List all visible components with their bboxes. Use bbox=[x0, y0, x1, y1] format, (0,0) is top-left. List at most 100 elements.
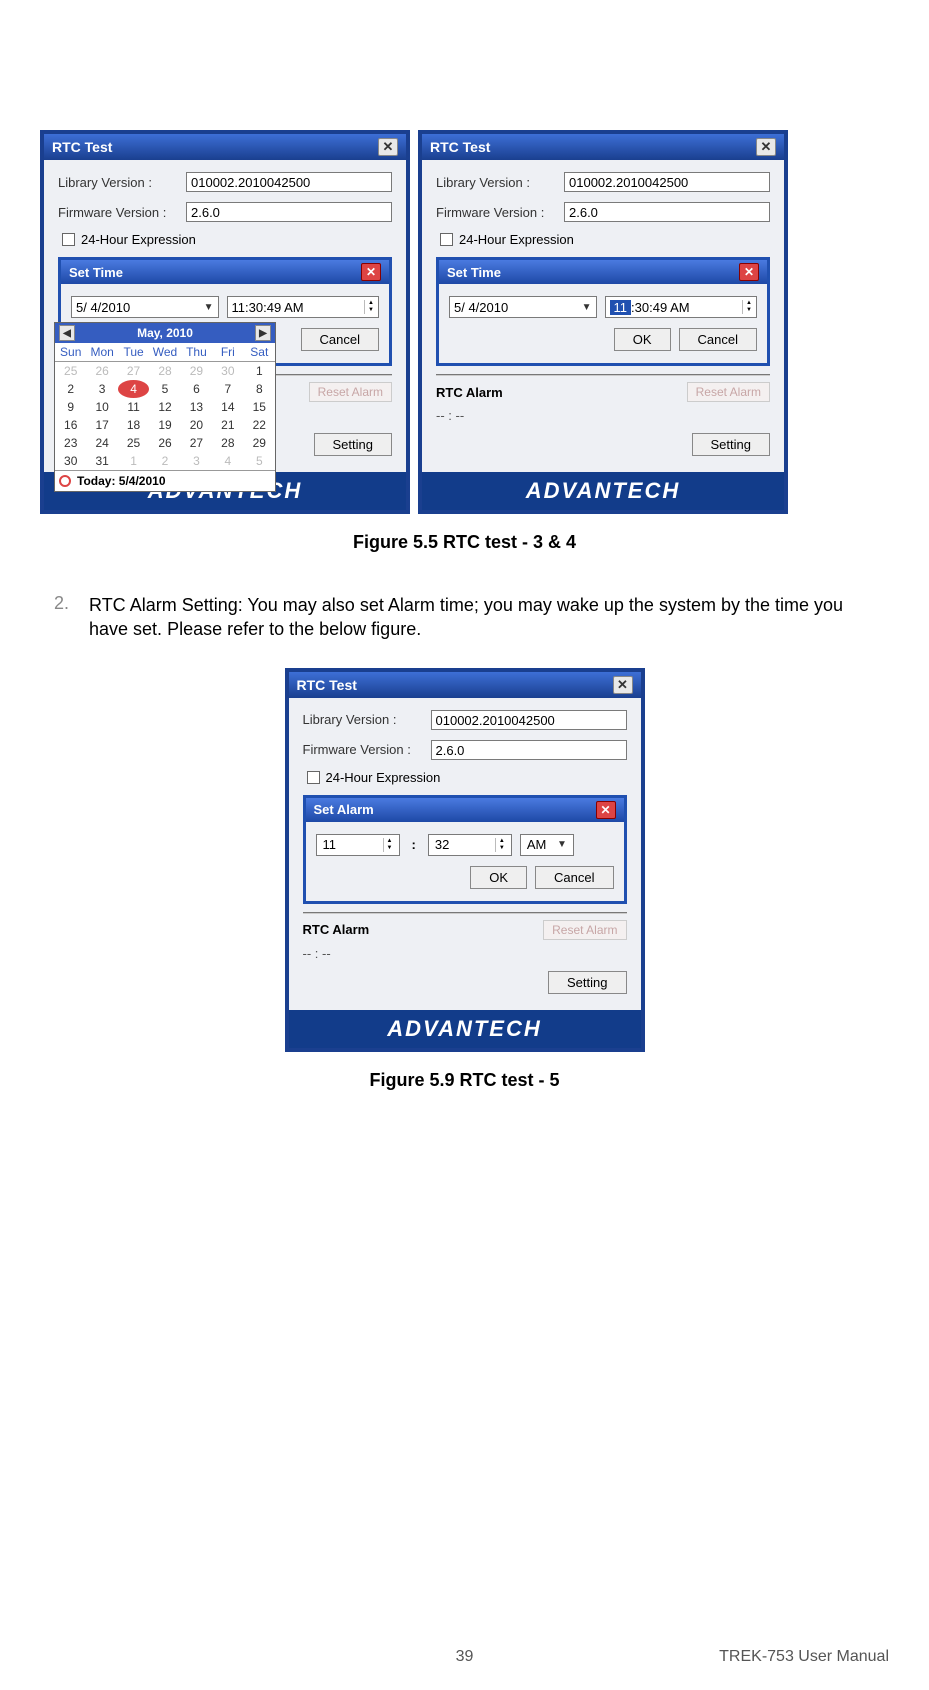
calendar-day[interactable]: 28 bbox=[149, 362, 180, 380]
calendar-day[interactable]: 23 bbox=[55, 434, 86, 452]
close-icon[interactable]: ✕ bbox=[756, 138, 776, 156]
calendar-day[interactable]: 4 bbox=[118, 380, 149, 398]
page-number: 39 bbox=[456, 1648, 474, 1666]
window-title: RTC Test bbox=[430, 139, 490, 155]
calendar-day[interactable]: 8 bbox=[244, 380, 275, 398]
calendar-day[interactable]: 31 bbox=[86, 452, 117, 470]
date-picker[interactable]: 5/ 4/2010 ▼ bbox=[71, 296, 219, 318]
figure-5-5-caption: Figure 5.5 RTC test - 3 & 4 bbox=[40, 532, 889, 553]
window-title: RTC Test bbox=[297, 677, 357, 693]
setting-button[interactable]: Setting bbox=[548, 971, 626, 994]
calendar-day[interactable]: 3 bbox=[86, 380, 117, 398]
calendar-day[interactable]: 14 bbox=[212, 398, 243, 416]
calendar-day[interactable]: 21 bbox=[212, 416, 243, 434]
calendar-day[interactable]: 11 bbox=[118, 398, 149, 416]
calendar-dow: Tue bbox=[118, 343, 149, 362]
time-spinner[interactable]: 11:30:49 AM ▲▼ bbox=[227, 296, 379, 318]
calendar-day[interactable]: 26 bbox=[149, 434, 180, 452]
reset-alarm-button[interactable]: Reset Alarm bbox=[543, 920, 626, 940]
alarm-hour-spinner[interactable]: 11 ▲▼ bbox=[316, 834, 400, 856]
calendar-day[interactable]: 2 bbox=[149, 452, 180, 470]
calendar-day[interactable]: 28 bbox=[212, 434, 243, 452]
calendar-day[interactable]: 27 bbox=[181, 434, 212, 452]
rtc-test-dialog-2: RTC Test ✕ Library Version : 010002.2010… bbox=[418, 130, 788, 514]
advantech-logo: ADVANTECH bbox=[422, 472, 784, 510]
close-icon[interactable]: ✕ bbox=[613, 676, 633, 694]
calendar-day[interactable]: 1 bbox=[244, 362, 275, 380]
calendar-day[interactable]: 6 bbox=[181, 380, 212, 398]
close-icon[interactable]: ✕ bbox=[361, 263, 381, 281]
calendar-dow: Wed bbox=[149, 343, 180, 362]
date-picker[interactable]: 5/ 4/2010 ▼ bbox=[449, 296, 597, 318]
date-value: 5/ 4/2010 bbox=[454, 300, 508, 315]
library-version-field: 010002.2010042500 bbox=[431, 710, 627, 730]
calendar-day[interactable]: 30 bbox=[55, 452, 86, 470]
calendar-day[interactable]: 20 bbox=[181, 416, 212, 434]
calendar-day[interactable]: 12 bbox=[149, 398, 180, 416]
calendar-day[interactable]: 30 bbox=[212, 362, 243, 380]
calendar-day[interactable]: 29 bbox=[181, 362, 212, 380]
spinner-arrows-icon: ▲▼ bbox=[364, 300, 374, 314]
today-marker-icon bbox=[59, 475, 71, 487]
calendar-day[interactable]: 13 bbox=[181, 398, 212, 416]
cancel-button[interactable]: Cancel bbox=[679, 328, 757, 351]
calendar-day[interactable]: 26 bbox=[86, 362, 117, 380]
calendar-day[interactable]: 2 bbox=[55, 380, 86, 398]
calendar-day[interactable]: 22 bbox=[244, 416, 275, 434]
calendar-day[interactable]: 29 bbox=[244, 434, 275, 452]
calendar-day[interactable]: 5 bbox=[244, 452, 275, 470]
calendar-day[interactable]: 25 bbox=[118, 434, 149, 452]
next-month-button[interactable]: ▶ bbox=[255, 325, 271, 341]
dialog-body: Library Version : 010002.2010042500 Firm… bbox=[289, 698, 641, 1010]
hour24-checkbox[interactable] bbox=[440, 233, 453, 246]
cancel-button[interactable]: Cancel bbox=[535, 866, 613, 889]
reset-alarm-button[interactable]: Reset Alarm bbox=[687, 382, 770, 402]
calendar-day[interactable]: 16 bbox=[55, 416, 86, 434]
close-icon[interactable]: ✕ bbox=[378, 138, 398, 156]
calendar-day[interactable]: 7 bbox=[212, 380, 243, 398]
calendar-day[interactable]: 25 bbox=[55, 362, 86, 380]
today-label[interactable]: Today: 5/4/2010 bbox=[77, 474, 166, 488]
hour24-checkbox[interactable] bbox=[62, 233, 75, 246]
calendar-day[interactable]: 18 bbox=[118, 416, 149, 434]
chevron-down-icon: ▼ bbox=[557, 839, 567, 850]
calendar-day[interactable]: 10 bbox=[86, 398, 117, 416]
calendar-day[interactable]: 4 bbox=[212, 452, 243, 470]
prev-month-button[interactable]: ◀ bbox=[59, 325, 75, 341]
calendar-day[interactable]: 19 bbox=[149, 416, 180, 434]
calendar-day[interactable]: 5 bbox=[149, 380, 180, 398]
advantech-logo: ADVANTECH bbox=[289, 1010, 641, 1048]
calendar-dow: Sun bbox=[55, 343, 86, 362]
ok-button[interactable]: OK bbox=[470, 866, 527, 889]
chevron-down-icon: ▼ bbox=[204, 302, 214, 313]
setting-button[interactable]: Setting bbox=[314, 433, 392, 456]
step-2: 2. RTC Alarm Setting: You may also set A… bbox=[54, 593, 875, 642]
ok-button[interactable]: OK bbox=[614, 328, 671, 351]
close-icon[interactable]: ✕ bbox=[739, 263, 759, 281]
calendar-dow: Sat bbox=[244, 343, 275, 362]
calendar-day[interactable]: 15 bbox=[244, 398, 275, 416]
calendar-day[interactable]: 3 bbox=[181, 452, 212, 470]
hour24-label: 24-Hour Expression bbox=[459, 232, 574, 247]
time-spinner[interactable]: 11:30:49 AM ▲▼ bbox=[605, 296, 757, 318]
step-number: 2. bbox=[54, 593, 69, 642]
hour24-checkbox[interactable] bbox=[307, 771, 320, 784]
calendar-day[interactable]: 17 bbox=[86, 416, 117, 434]
calendar-day[interactable]: 1 bbox=[118, 452, 149, 470]
alarm-minute-spinner[interactable]: 32 ▲▼ bbox=[428, 834, 512, 856]
titlebar: RTC Test ✕ bbox=[44, 134, 406, 160]
close-icon[interactable]: ✕ bbox=[596, 801, 616, 819]
firmware-version-label: Firmware Version : bbox=[436, 205, 556, 220]
titlebar: RTC Test ✕ bbox=[422, 134, 784, 160]
hour24-label: 24-Hour Expression bbox=[81, 232, 196, 247]
setting-button[interactable]: Setting bbox=[692, 433, 770, 456]
calendar-month: May, 2010 bbox=[137, 326, 193, 340]
chevron-down-icon: ▼ bbox=[582, 302, 592, 313]
spinner-arrows-icon: ▲▼ bbox=[495, 838, 505, 852]
alarm-ampm-select[interactable]: AM ▼ bbox=[520, 834, 574, 856]
calendar-day[interactable]: 9 bbox=[55, 398, 86, 416]
reset-alarm-button[interactable]: Reset Alarm bbox=[309, 382, 392, 402]
cancel-button[interactable]: Cancel bbox=[301, 328, 379, 351]
calendar-day[interactable]: 24 bbox=[86, 434, 117, 452]
calendar-day[interactable]: 27 bbox=[118, 362, 149, 380]
